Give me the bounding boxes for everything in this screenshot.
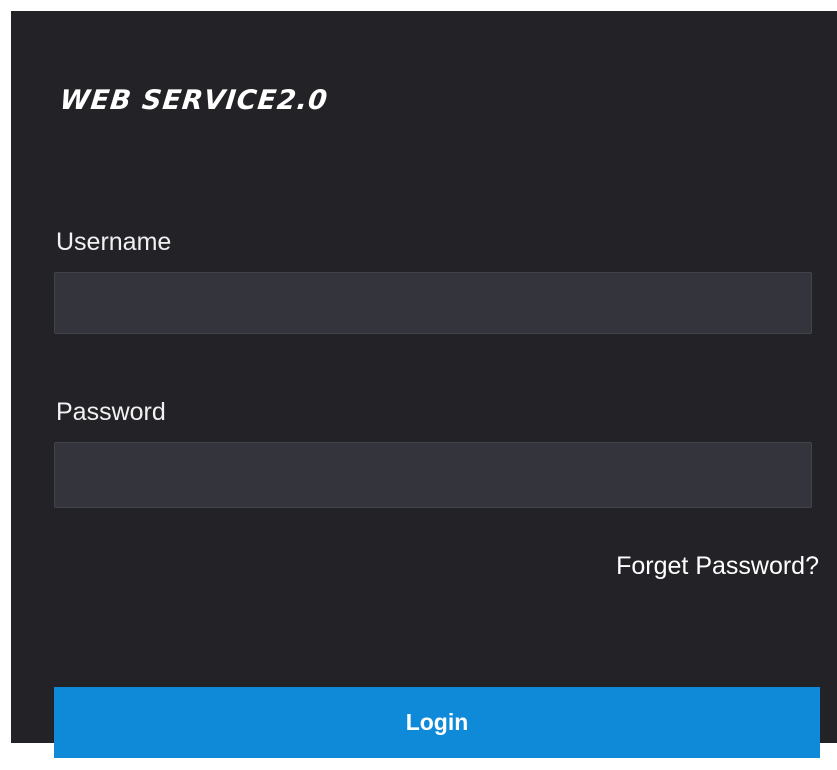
password-input[interactable] [54,442,812,508]
password-label: Password [56,398,166,426]
login-button[interactable]: Login [54,687,820,758]
forget-password-link[interactable]: Forget Password? [616,552,819,581]
username-input[interactable] [54,272,812,334]
brand-logo-text: WEB SERVICE2.0 [58,85,330,116]
username-label: Username [56,228,172,256]
login-panel: WEB SERVICE2.0 Username Password Forget … [11,11,837,758]
